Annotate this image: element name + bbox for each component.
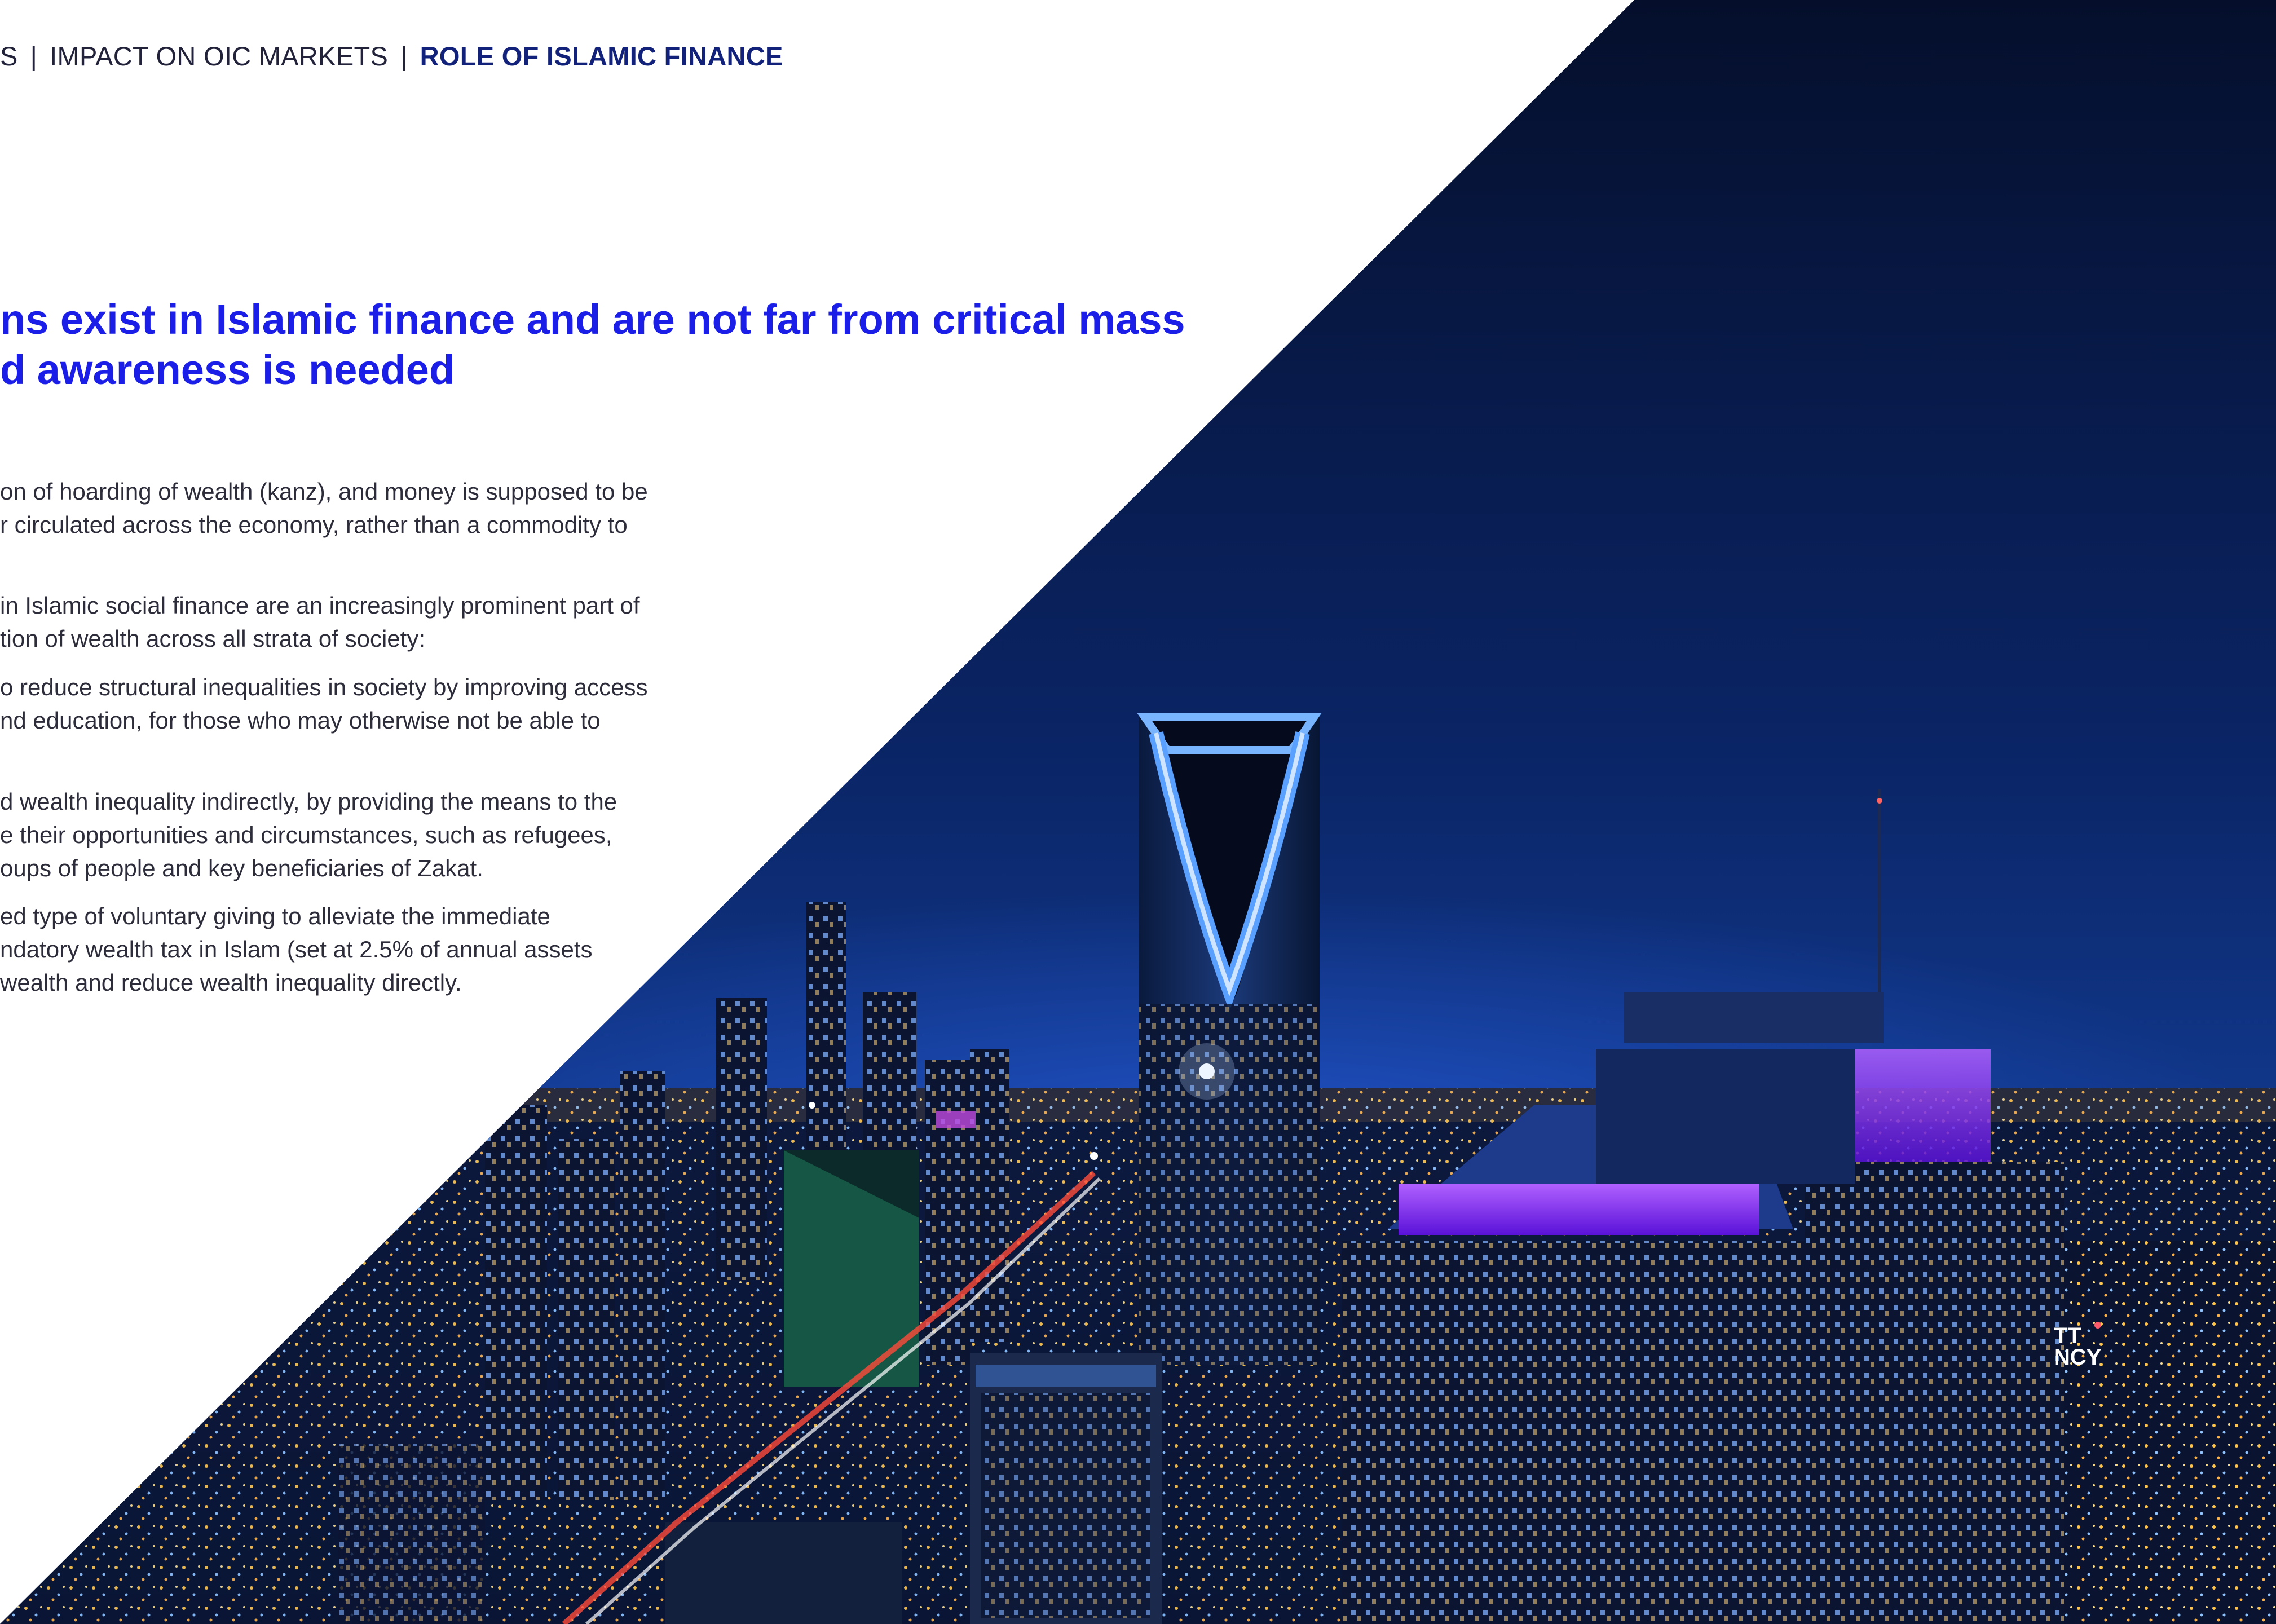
body-line: ed type of voluntary giving to alleviate… [0, 903, 550, 929]
body-line: wealth and reduce wealth inequality dire… [0, 969, 462, 996]
body-paragraph-1: on of hoarding of wealth (kanz), and mon… [0, 475, 648, 541]
body-line: r circulated across the economy, rather … [0, 511, 628, 538]
breadcrumb-separator: | [30, 41, 38, 71]
building-sign: TT NCY [2054, 1323, 2102, 1370]
body-line: o reduce structural inequalities in soci… [0, 674, 648, 700]
body-line: on of hoarding of wealth (kanz), and mon… [0, 478, 648, 505]
body-paragraph-3: o reduce structural inequalities in soci… [0, 670, 648, 737]
breadcrumb-item-role-of-islamic-finance[interactable]: ROLE OF ISLAMIC FINANCE [420, 41, 783, 71]
body-line: oups of people and key beneficiaries of … [0, 855, 483, 881]
breadcrumb-separator: | [400, 41, 408, 71]
breadcrumb-item-partial[interactable]: S [0, 41, 18, 71]
body-line: d wealth inequality indirectly, by provi… [0, 788, 617, 815]
body-line: in Islamic social finance are an increas… [0, 592, 640, 619]
body-line: nd education, for those who may otherwis… [0, 707, 601, 734]
building-sign-line-2: NCY [2054, 1345, 2102, 1370]
breadcrumb-item-impact-on-oic-markets[interactable]: IMPACT ON OIC MARKETS [50, 41, 388, 71]
building-sign-line-1: TT [2054, 1323, 2081, 1348]
body-line: e their opportunities and circumstances,… [0, 822, 612, 848]
body-line: ndatory wealth tax in Islam (set at 2.5%… [0, 936, 593, 963]
breadcrumb: S | IMPACT ON OIC MARKETS | ROLE OF ISLAMIC … [0, 41, 783, 72]
page-headline: ns exist in Islamic finance and are not … [0, 294, 1185, 395]
body-line: tion of wealth across all strata of soci… [0, 625, 426, 652]
headline-line-1: ns exist in Islamic finance and are not … [0, 296, 1185, 343]
body-paragraph-5: ed type of voluntary giving to alleviate… [0, 899, 593, 999]
body-paragraph-4: d wealth inequality indirectly, by provi… [0, 785, 617, 885]
headline-line-2: d awareness is needed [0, 346, 455, 393]
body-paragraph-2: in Islamic social finance are an increas… [0, 589, 640, 655]
